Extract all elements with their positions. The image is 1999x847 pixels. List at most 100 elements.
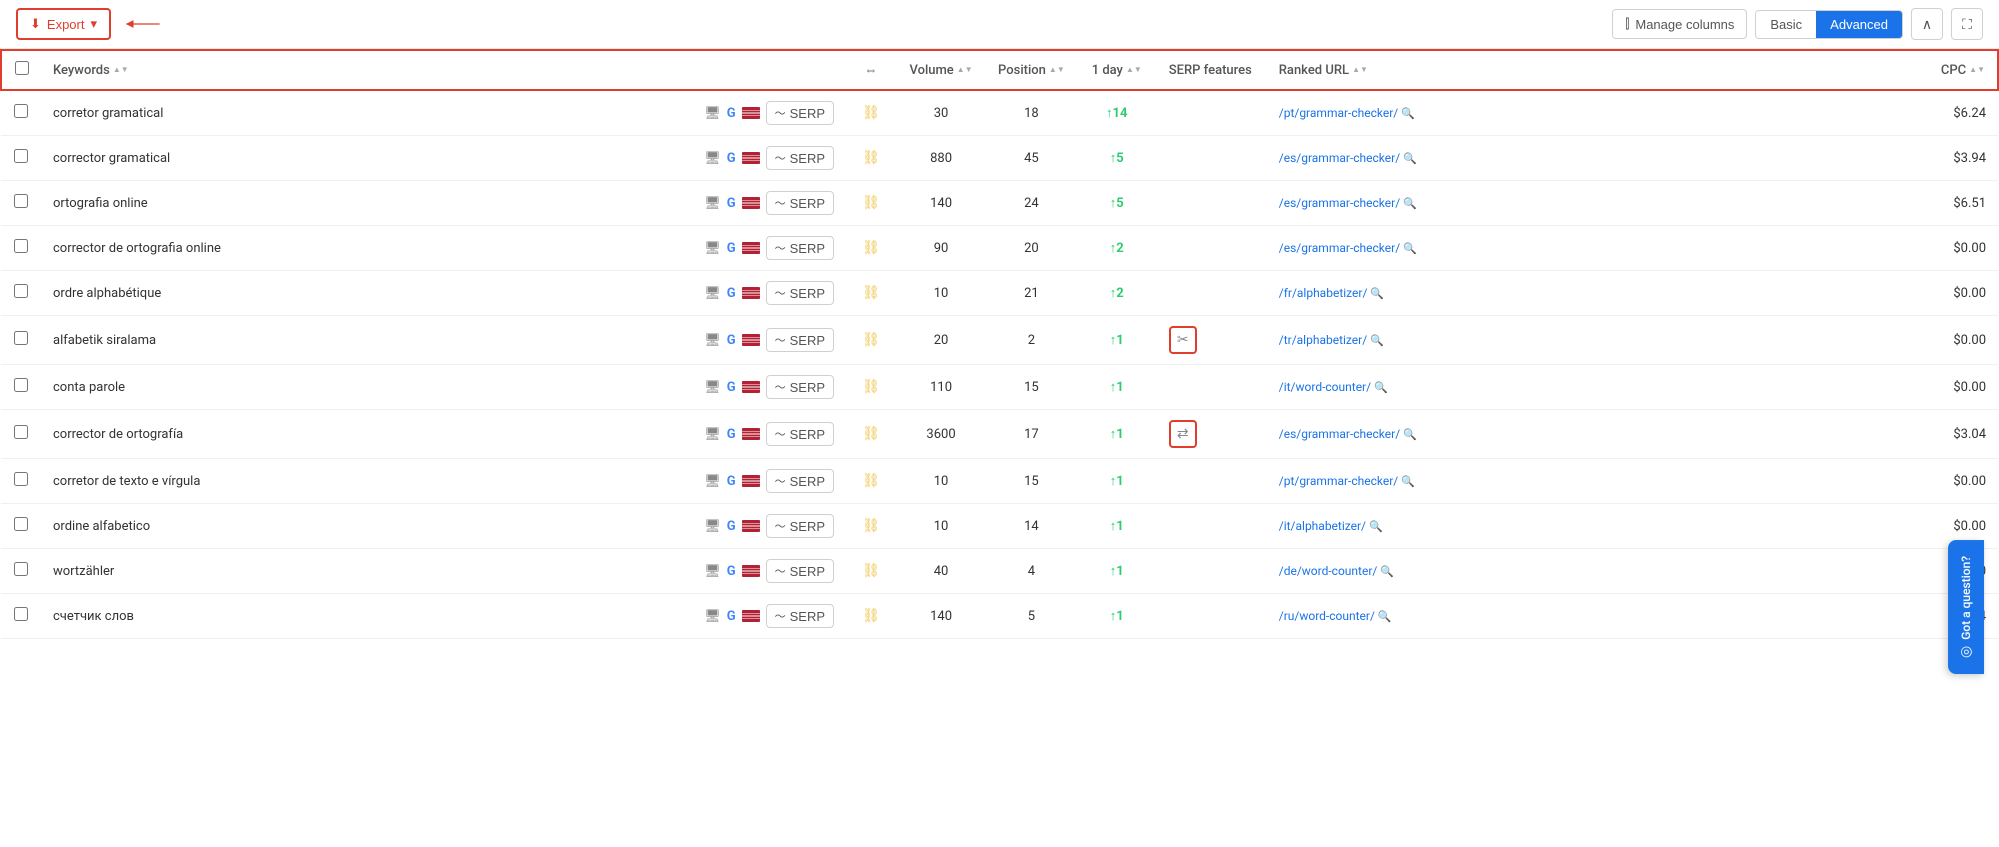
row-checkbox[interactable] bbox=[14, 194, 28, 208]
serp-button[interactable]: 〜 SERP bbox=[766, 559, 834, 583]
google-icon[interactable]: G bbox=[727, 519, 736, 534]
ranked-url-link[interactable]: /it/alphabetizer/ bbox=[1279, 519, 1366, 533]
desktop-icon[interactable]: 🖥 bbox=[704, 151, 721, 166]
row-checkbox[interactable] bbox=[14, 331, 28, 345]
row-checkbox[interactable] bbox=[14, 104, 28, 118]
chain-link-icon[interactable]: ⛓ bbox=[862, 563, 880, 579]
table-header-row: Keywords ▲▼ ⇔ Volume ▲▼ Position bbox=[1, 50, 1998, 90]
serp-button[interactable]: 〜 SERP bbox=[766, 514, 834, 538]
keywords-header[interactable]: Keywords ▲▼ bbox=[41, 50, 692, 90]
chain-link-icon[interactable]: ⛓ bbox=[862, 379, 880, 395]
export-button[interactable]: ⬇ Export ▾ bbox=[16, 8, 111, 40]
ranked-url-link[interactable]: /es/grammar-checker/ bbox=[1279, 427, 1400, 441]
url-search-icon[interactable]: 🔍 bbox=[1378, 610, 1392, 623]
url-search-icon[interactable]: 🔍 bbox=[1369, 520, 1383, 533]
row-checkbox[interactable] bbox=[14, 239, 28, 253]
url-search-icon[interactable]: 🔍 bbox=[1380, 565, 1394, 578]
ranked-url-link[interactable]: /it/word-counter/ bbox=[1279, 380, 1371, 394]
serp-button[interactable]: 〜 SERP bbox=[766, 146, 834, 170]
select-all-header[interactable] bbox=[1, 50, 41, 90]
chain-link-icon[interactable]: ⛓ bbox=[862, 195, 880, 211]
url-search-icon[interactable]: 🔍 bbox=[1403, 242, 1417, 255]
desktop-icon[interactable]: 🖥 bbox=[704, 609, 721, 624]
desktop-icon[interactable]: 🖥 bbox=[704, 196, 721, 211]
google-icon[interactable]: G bbox=[727, 474, 736, 489]
row-checkbox[interactable] bbox=[14, 517, 28, 531]
google-icon[interactable]: G bbox=[727, 196, 736, 211]
url-search-icon[interactable]: 🔍 bbox=[1370, 287, 1384, 300]
ranked-url-link[interactable]: /de/word-counter/ bbox=[1279, 564, 1378, 578]
url-search-icon[interactable]: 🔍 bbox=[1403, 197, 1417, 210]
google-icon[interactable]: G bbox=[727, 241, 736, 256]
desktop-icon[interactable]: 🖥 bbox=[704, 286, 721, 301]
chain-link-icon[interactable]: ⛓ bbox=[862, 285, 880, 301]
chain-link-icon[interactable]: ⛓ bbox=[862, 332, 880, 348]
google-icon[interactable]: G bbox=[727, 286, 736, 301]
chain-link-icon[interactable]: ⛓ bbox=[862, 240, 880, 256]
ranked-url-link[interactable]: /tr/alphabetizer/ bbox=[1279, 333, 1367, 347]
serp-button[interactable]: 〜 SERP bbox=[766, 101, 834, 125]
url-search-icon[interactable]: 🔍 bbox=[1374, 381, 1388, 394]
ranked-url-link[interactable]: /pt/grammar-checker/ bbox=[1279, 474, 1399, 488]
url-search-icon[interactable]: 🔍 bbox=[1401, 107, 1415, 120]
desktop-icon[interactable]: 🖥 bbox=[704, 519, 721, 534]
serp-button[interactable]: 〜 SERP bbox=[766, 236, 834, 260]
ranked-url-link[interactable]: /pt/grammar-checker/ bbox=[1279, 106, 1399, 120]
chain-link-icon[interactable]: ⛓ bbox=[862, 608, 880, 624]
select-all-checkbox[interactable] bbox=[15, 61, 29, 75]
position-header[interactable]: Position ▲▼ bbox=[986, 50, 1077, 90]
desktop-icon[interactable]: 🖥 bbox=[704, 564, 721, 579]
expand-button[interactable]: ⛶ bbox=[1951, 8, 1983, 40]
serp-button[interactable]: 〜 SERP bbox=[766, 375, 834, 399]
url-search-icon[interactable]: 🔍 bbox=[1403, 152, 1417, 165]
row-checkbox[interactable] bbox=[14, 378, 28, 392]
ranked-url-link[interactable]: /ru/word-counter/ bbox=[1279, 609, 1375, 623]
serp-button[interactable]: 〜 SERP bbox=[766, 469, 834, 493]
serp-button[interactable]: 〜 SERP bbox=[766, 328, 834, 352]
row-checkbox[interactable] bbox=[14, 425, 28, 439]
chain-link-icon[interactable]: ⛓ bbox=[862, 105, 880, 121]
collapse-button[interactable]: ∧ bbox=[1911, 8, 1943, 40]
google-icon[interactable]: G bbox=[727, 564, 736, 579]
volume-header[interactable]: Volume ▲▼ bbox=[896, 50, 986, 90]
row-checkbox[interactable] bbox=[14, 149, 28, 163]
cpc-header[interactable]: CPC ▲▼ bbox=[1918, 50, 1998, 90]
advanced-view-button[interactable]: Advanced bbox=[1816, 11, 1902, 38]
desktop-icon[interactable]: 🖥 bbox=[704, 106, 721, 121]
chain-link-icon[interactable]: ⛓ bbox=[862, 518, 880, 534]
google-icon[interactable]: G bbox=[727, 333, 736, 348]
row-checkbox[interactable] bbox=[14, 562, 28, 576]
ranked-url-link[interactable]: /es/grammar-checker/ bbox=[1279, 196, 1400, 210]
google-icon[interactable]: G bbox=[727, 151, 736, 166]
serp-button[interactable]: 〜 SERP bbox=[766, 191, 834, 215]
manage-columns-button[interactable]: ⫿ Manage columns bbox=[1612, 9, 1747, 39]
google-icon[interactable]: G bbox=[727, 380, 736, 395]
ranked-url-link[interactable]: /es/grammar-checker/ bbox=[1279, 151, 1400, 165]
desktop-icon[interactable]: 🖥 bbox=[704, 474, 721, 489]
url-search-icon[interactable]: 🔍 bbox=[1401, 475, 1415, 488]
desktop-icon[interactable]: 🖥 bbox=[704, 333, 721, 348]
basic-view-button[interactable]: Basic bbox=[1756, 11, 1816, 38]
row-checkbox[interactable] bbox=[14, 472, 28, 486]
google-icon[interactable]: G bbox=[727, 609, 736, 624]
google-icon[interactable]: G bbox=[727, 427, 736, 442]
row-checkbox[interactable] bbox=[14, 607, 28, 621]
oneday-header[interactable]: 1 day ▲▼ bbox=[1077, 50, 1157, 90]
chain-link-icon[interactable]: ⛓ bbox=[862, 150, 880, 166]
serp-button[interactable]: 〜 SERP bbox=[766, 422, 834, 446]
ranked-url-link[interactable]: /fr/alphabetizer/ bbox=[1279, 286, 1368, 300]
row-checkbox[interactable] bbox=[14, 284, 28, 298]
chain-link-icon[interactable]: ⛓ bbox=[862, 473, 880, 489]
desktop-icon[interactable]: 🖥 bbox=[704, 241, 721, 256]
google-icon[interactable]: G bbox=[727, 106, 736, 121]
got-question-button[interactable]: ◎ Got a question? bbox=[1948, 540, 1984, 674]
serp-button[interactable]: 〜 SERP bbox=[766, 604, 834, 628]
desktop-icon[interactable]: 🖥 bbox=[704, 380, 721, 395]
desktop-icon[interactable]: 🖥 bbox=[704, 427, 721, 442]
url-search-icon[interactable]: 🔍 bbox=[1403, 428, 1417, 441]
ranked-url-link[interactable]: /es/grammar-checker/ bbox=[1279, 241, 1400, 255]
serp-button[interactable]: 〜 SERP bbox=[766, 281, 834, 305]
url-search-icon[interactable]: 🔍 bbox=[1370, 334, 1384, 347]
ranked-url-header[interactable]: Ranked URL ▲▼ bbox=[1267, 50, 1918, 90]
chain-link-icon[interactable]: ⛓ bbox=[862, 426, 880, 442]
